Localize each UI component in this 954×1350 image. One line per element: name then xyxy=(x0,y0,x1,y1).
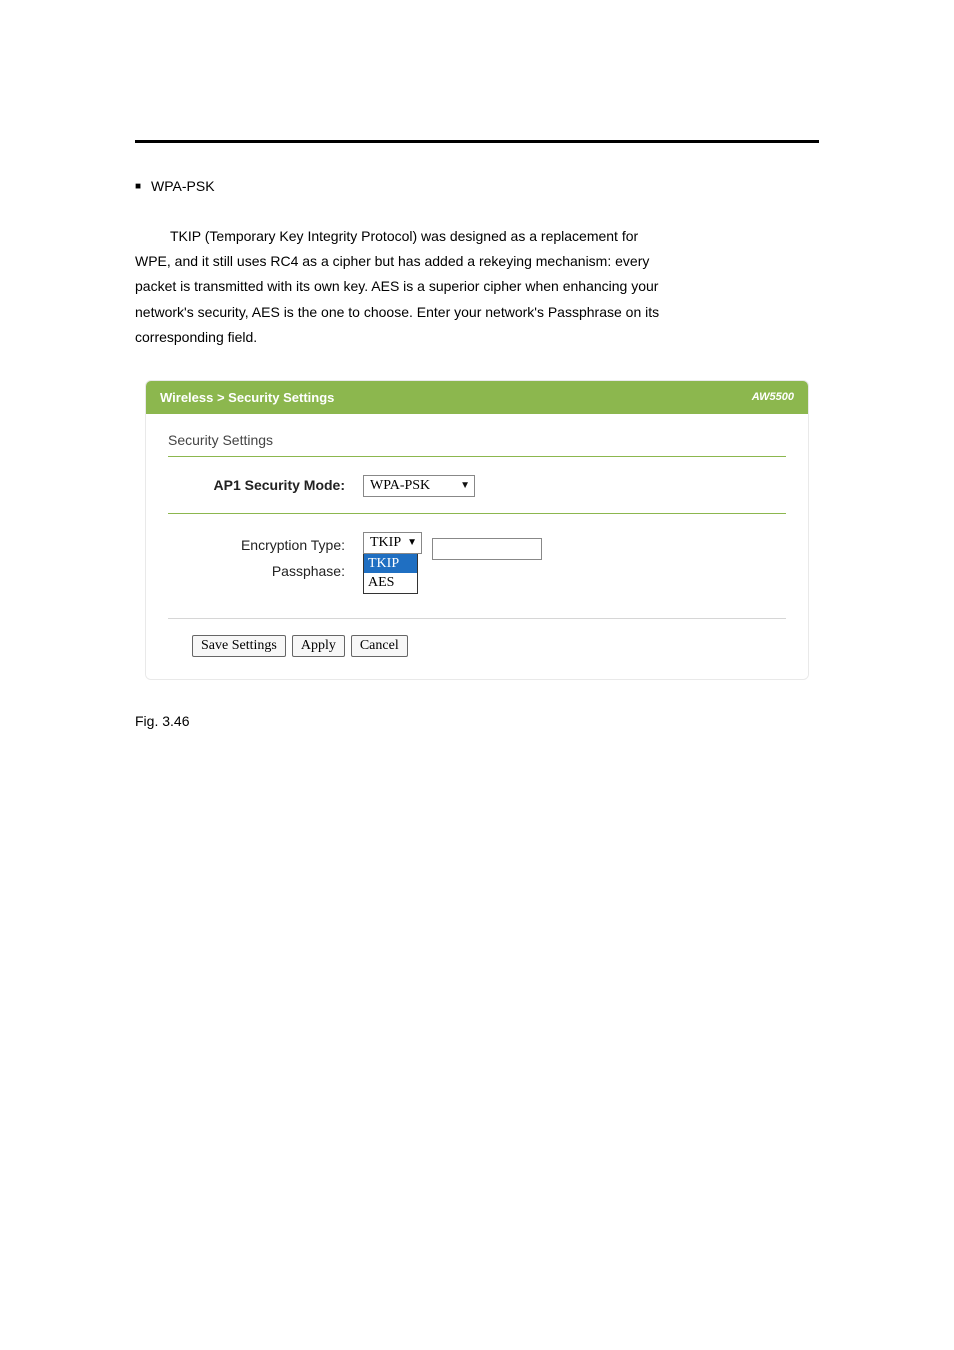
security-mode-label: AP1 Security Mode: xyxy=(168,475,363,493)
bullet-marker: ■ xyxy=(135,181,141,192)
model-label: AW5500 xyxy=(752,391,794,403)
fieldset-legend: Security Settings xyxy=(168,432,786,448)
section-divider xyxy=(135,140,819,143)
security-mode-select[interactable]: WPA-PSK ▼ xyxy=(363,475,475,497)
prose-block: TKIP (Temporary Key Integrity Protocol) … xyxy=(135,224,819,350)
fieldset-bottom-line xyxy=(168,618,786,619)
passphrase-input[interactable] xyxy=(432,538,542,560)
save-settings-button[interactable]: Save Settings xyxy=(192,635,286,657)
figure-caption: Fig. 3.46 xyxy=(135,710,819,732)
apply-button[interactable]: Apply xyxy=(292,635,345,657)
encryption-select-wrap: TKIP ▼ TKIP AES xyxy=(363,532,422,594)
encryption-type-value: TKIP xyxy=(370,535,401,551)
security-mode-value: WPA-PSK xyxy=(370,478,430,494)
passphrase-label: Passphase: xyxy=(168,558,345,584)
fieldset-top-line xyxy=(168,456,786,457)
fieldset-mid-line xyxy=(168,513,786,514)
encryption-type-select[interactable]: TKIP ▼ xyxy=(363,532,422,554)
security-mode-row: AP1 Security Mode: WPA-PSK ▼ xyxy=(168,469,786,503)
panel-body: Security Settings AP1 Security Mode: WPA… xyxy=(146,414,808,679)
bullet-item: ■ WPA-PSK xyxy=(135,178,819,194)
encryption-passphrase-row: Encryption Type: Passphase: TKIP ▼ TKIP … xyxy=(168,526,786,600)
settings-panel: Wireless > Security Settings AW5500 Secu… xyxy=(145,380,809,680)
breadcrumb: Wireless > Security Settings xyxy=(160,390,334,405)
prose-line-1: TKIP (Temporary Key Integrity Protocol) … xyxy=(170,224,819,249)
security-fieldset: Security Settings AP1 Security Mode: WPA… xyxy=(168,432,786,657)
encryption-type-label: Encryption Type: xyxy=(168,532,345,558)
cancel-button[interactable]: Cancel xyxy=(351,635,408,657)
encryption-options-list: TKIP AES xyxy=(363,553,418,594)
panel-header: Wireless > Security Settings AW5500 xyxy=(146,381,808,414)
prose-line-5: corresponding field. xyxy=(135,325,819,350)
prose-line-4: network's security, AES is the one to ch… xyxy=(135,300,819,325)
prose-line-3: packet is transmitted with its own key. … xyxy=(135,274,819,299)
encryption-option-tkip[interactable]: TKIP xyxy=(364,554,417,574)
button-row: Save Settings Apply Cancel xyxy=(168,635,786,657)
chevron-down-icon: ▼ xyxy=(407,537,417,548)
bullet-heading: WPA-PSK xyxy=(151,178,215,194)
chevron-down-icon: ▼ xyxy=(460,480,470,491)
encryption-option-aes[interactable]: AES xyxy=(364,573,417,593)
prose-line-2: WPE, and it still uses RC4 as a cipher b… xyxy=(135,249,819,274)
